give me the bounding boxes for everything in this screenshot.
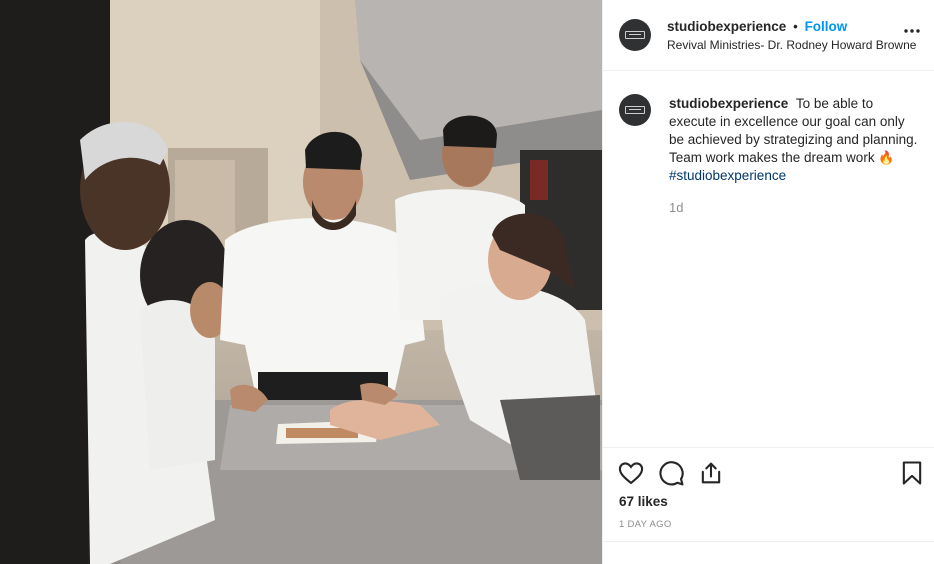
bookmark-icon[interactable] xyxy=(898,459,926,487)
separator-dot: • xyxy=(793,19,798,34)
avatar[interactable] xyxy=(619,19,651,51)
caption-avatar[interactable] xyxy=(619,94,651,126)
follow-button[interactable]: Follow xyxy=(805,19,848,34)
heart-icon[interactable] xyxy=(617,459,645,487)
fire-emoji: 🔥 xyxy=(878,150,895,165)
post-date: 1 DAY AGO xyxy=(619,519,672,530)
action-bar: 67 likes 1 DAY AGO xyxy=(603,447,934,564)
studio-logo-icon xyxy=(625,31,645,39)
post-header: studiobexperience • Follow Revival Minis… xyxy=(603,0,934,71)
post-photo[interactable] xyxy=(0,0,602,564)
caption-username[interactable]: studiobexperience xyxy=(669,96,788,111)
likes-count[interactable]: 67 likes xyxy=(619,494,668,509)
studio-logo-icon xyxy=(625,106,645,114)
comment-icon[interactable] xyxy=(657,459,685,487)
header-username[interactable]: studiobexperience xyxy=(667,19,786,34)
divider xyxy=(603,541,934,542)
header-username-line: studiobexperience • Follow xyxy=(667,19,847,34)
kitchen-scene-image xyxy=(0,0,602,564)
caption-text-block: studiobexperience To be able to execute … xyxy=(669,95,921,185)
post-sidebar: studiobexperience • Follow Revival Minis… xyxy=(602,0,934,564)
hashtag-link[interactable]: #studiobexperience xyxy=(669,168,786,183)
share-icon[interactable] xyxy=(697,459,725,487)
caption-time-ago[interactable]: 1d xyxy=(669,200,683,215)
more-options-icon[interactable] xyxy=(903,22,921,43)
location-link[interactable]: Revival Ministries- Dr. Rodney Howard Br… xyxy=(667,38,916,52)
